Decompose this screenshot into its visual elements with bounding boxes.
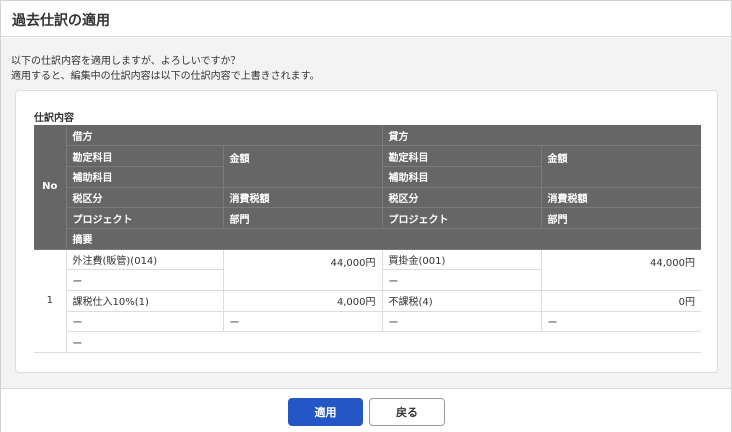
header-credit-department: 部門 — [541, 207, 701, 229]
header-row-tax: 税区分 消費税額 税区分 消費税額 — [34, 187, 701, 209]
header-row-summary: 摘要 — [34, 228, 701, 250]
table-row: 1 外注費(販管)(014) 44,000円 買掛金(001) 44,000円 — [34, 249, 701, 354]
header-credit-sub-account: 補助科目 — [382, 166, 542, 188]
credit-tax-amount-value: 0円 — [541, 290, 701, 312]
debit-project-value: ー — [66, 311, 224, 333]
header-credit-project: プロジェクト — [382, 207, 542, 229]
credit-tax-category-value: 不課税(4) — [382, 290, 542, 312]
dialog-footer: 適用 戻る — [1, 388, 731, 432]
confirm-message-line-1: 以下の仕訳内容を適用しますが、よろしいですか？ — [11, 56, 241, 67]
credit-project-value: ー — [382, 311, 542, 333]
back-button[interactable]: 戻る — [369, 398, 445, 426]
table-row: ー ー ー ー — [34, 311, 701, 333]
dialog-body: 以下の仕訳内容を適用しますが、よろしいですか？ 適用すると、編集中の仕訳内容は以… — [1, 38, 731, 388]
header-debit-tax-category: 税区分 — [66, 187, 224, 209]
header-row-project: プロジェクト 部門 プロジェクト 部門 — [34, 207, 701, 229]
summary-value: ー — [66, 331, 701, 354]
debit-tax-category-value: 課税仕入10%(1) — [66, 290, 224, 312]
confirm-message: 以下の仕訳内容を適用しますが、よろしいですか？ 適用すると、編集中の仕訳内容は以… — [11, 54, 320, 84]
apply-past-journal-dialog: 過去仕訳の適用 以下の仕訳内容を適用しますが、よろしいですか？ 適用すると、編集… — [0, 0, 732, 432]
apply-button[interactable]: 適用 — [288, 398, 363, 426]
credit-amount-value: 44,000円 — [541, 249, 701, 292]
header-credit-account: 勘定科目 — [382, 145, 542, 167]
dialog-header: 過去仕訳の適用 — [1, 1, 731, 37]
journal-table-head: No 借方 貸方 勘定科目 金額 勘定科目 金額 補助科目 補助科目 税区分 消… — [34, 125, 701, 250]
header-credit-tax-category: 税区分 — [382, 187, 542, 209]
header-no: No — [34, 125, 67, 250]
debit-tax-amount-value: 4,000円 — [223, 290, 383, 312]
header-debit-tax-amount: 消費税額 — [223, 187, 383, 209]
journal-table: No 借方 貸方 勘定科目 金額 勘定科目 金額 補助科目 補助科目 税区分 消… — [34, 125, 701, 354]
entry-no: 1 — [34, 249, 67, 354]
credit-department-value: ー — [541, 311, 701, 333]
table-row: 課税仕入10%(1) 4,000円 不課税(4) 0円 — [34, 290, 701, 312]
credit-account-value: 買掛金(001) — [382, 249, 542, 271]
debit-sub-account-value: ー — [66, 269, 224, 291]
header-row-account: 勘定科目 金額 勘定科目 金額 — [34, 145, 701, 188]
header-debit-account: 勘定科目 — [66, 145, 224, 167]
header-debit-sub-account: 補助科目 — [66, 166, 224, 188]
journal-table-body: 1 外注費(販管)(014) 44,000円 買掛金(001) 44,000円 … — [34, 249, 701, 354]
table-row: ー — [34, 331, 701, 354]
debit-account-value: 外注費(販管)(014) — [66, 249, 224, 271]
header-debit-amount: 金額 — [223, 145, 383, 188]
journal-content-card: 仕訳内容 No 借方 貸方 勘定科目 金額 勘定科目 金額 補助科目 補助科目 … — [15, 90, 718, 373]
dialog-title: 過去仕訳の適用 — [12, 13, 110, 29]
confirm-message-line-2: 適用すると、編集中の仕訳内容は以下の仕訳内容で上書きされます。 — [11, 71, 320, 82]
credit-sub-account-value: ー — [382, 269, 542, 291]
header-debit-department: 部門 — [223, 207, 383, 229]
header-summary: 摘要 — [66, 228, 701, 250]
journal-content-title: 仕訳内容 — [34, 113, 74, 124]
header-credit: 貸方 — [382, 125, 701, 147]
header-credit-tax-amount: 消費税額 — [541, 187, 701, 209]
header-row-side: No 借方 貸方 — [34, 125, 701, 250]
header-debit: 借方 — [66, 125, 383, 147]
header-credit-amount: 金額 — [541, 145, 701, 188]
debit-amount-value: 44,000円 — [223, 249, 383, 292]
debit-department-value: ー — [223, 311, 383, 333]
header-debit-project: プロジェクト — [66, 207, 224, 229]
